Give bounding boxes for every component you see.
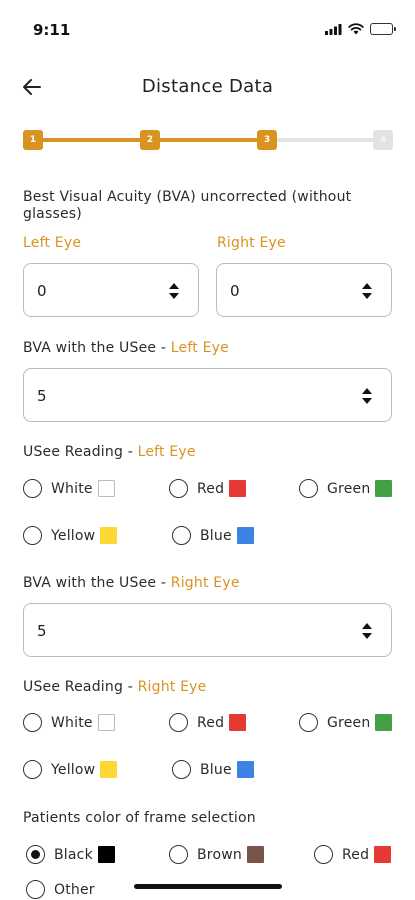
option-label: Red	[197, 714, 225, 731]
option-label: Yellow	[51, 761, 96, 778]
radio-button[interactable]	[299, 479, 318, 498]
uncorrected-right-eye-select[interactable]: 0	[216, 263, 392, 317]
reading-left-option-blue[interactable]: Blue	[172, 526, 254, 545]
reading-left-option-yellow[interactable]: Yellow	[23, 526, 118, 545]
status-bar: 9:11	[0, 0, 415, 60]
blue-swatch	[236, 761, 254, 778]
radio-button[interactable]	[169, 845, 188, 864]
reading-right-option-green[interactable]: Green	[299, 713, 393, 732]
reading-right-label-text: USee Reading -	[23, 679, 138, 695]
radio-button[interactable]	[23, 760, 42, 779]
yellow-swatch	[100, 761, 118, 778]
bva-right-label-text: BVA with the USee -	[23, 575, 171, 591]
status-time: 9:11	[33, 21, 71, 39]
green-swatch	[375, 714, 393, 731]
option-label: Brown	[197, 846, 242, 863]
reading-left-label: USee Reading - Left Eye	[23, 444, 196, 461]
radio-button[interactable]	[23, 526, 42, 545]
red-swatch	[374, 846, 392, 863]
home-indicator	[134, 884, 282, 889]
updown-chevron-icon	[362, 388, 372, 404]
reading-right-option-white[interactable]: White	[23, 713, 115, 732]
bva-left-label-text: BVA with the USee -	[23, 340, 171, 356]
updown-chevron-icon	[362, 283, 372, 299]
option-label: Green	[327, 480, 371, 497]
header: Distance Data	[0, 66, 415, 108]
green-swatch	[375, 480, 393, 497]
progress-stepper: 1 2 3 4	[23, 129, 393, 151]
step-4: 4	[373, 130, 393, 150]
bva-right-eye-select[interactable]: 5	[23, 603, 392, 657]
signal-icon	[325, 23, 342, 35]
frame-option-brown[interactable]: Brown	[169, 845, 264, 864]
reading-left-eye-text: Left Eye	[137, 444, 196, 460]
red-swatch	[229, 480, 247, 497]
wifi-icon	[348, 23, 364, 35]
option-label: Yellow	[51, 527, 96, 544]
status-icons	[325, 23, 396, 35]
select-value: 0	[230, 282, 240, 300]
option-label: Red	[342, 846, 370, 863]
option-label: White	[51, 480, 93, 497]
brown-swatch	[246, 846, 264, 863]
select-value: 5	[37, 622, 47, 640]
radio-button-selected[interactable]	[26, 845, 45, 864]
reading-right-label: USee Reading - Right Eye	[23, 679, 206, 696]
bva-left-eye-text: Left Eye	[170, 340, 229, 356]
option-label: Blue	[200, 527, 232, 544]
radio-button[interactable]	[23, 479, 42, 498]
bva-right-label: BVA with the USee - Right Eye	[23, 575, 240, 592]
radio-button[interactable]	[169, 713, 188, 732]
radio-button[interactable]	[172, 760, 191, 779]
reading-left-option-green[interactable]: Green	[299, 479, 393, 498]
reading-left-label-text: USee Reading -	[23, 444, 138, 460]
option-label: Red	[197, 480, 225, 497]
option-label: Other	[54, 881, 95, 898]
option-label: Blue	[200, 761, 232, 778]
frame-option-black[interactable]: Black	[26, 845, 115, 864]
uncorrected-bva-label: Best Visual Acuity (BVA) uncorrected (wi…	[23, 189, 352, 222]
blue-swatch	[236, 527, 254, 544]
reading-left-option-white[interactable]: White	[23, 479, 115, 498]
frame-option-red[interactable]: Red	[314, 845, 392, 864]
reading-right-option-yellow[interactable]: Yellow	[23, 760, 118, 779]
white-swatch	[97, 480, 115, 497]
option-label: Green	[327, 714, 371, 731]
bva-left-eye-select[interactable]: 5	[23, 368, 392, 422]
option-label: Black	[54, 846, 93, 863]
right-eye-label: Right Eye	[217, 235, 286, 251]
left-eye-label: Left Eye	[23, 235, 82, 251]
radio-button[interactable]	[169, 479, 188, 498]
radio-button[interactable]	[23, 713, 42, 732]
frame-option-other[interactable]: Other	[26, 880, 95, 899]
white-swatch	[97, 714, 115, 731]
reading-right-option-blue[interactable]: Blue	[172, 760, 254, 779]
reading-right-option-red[interactable]: Red	[169, 713, 247, 732]
radio-button[interactable]	[172, 526, 191, 545]
radio-button[interactable]	[299, 713, 318, 732]
red-swatch	[229, 714, 247, 731]
select-value: 5	[37, 387, 47, 405]
uncorrected-left-eye-select[interactable]: 0	[23, 263, 199, 317]
black-swatch	[97, 846, 115, 863]
step-1: 1	[23, 130, 43, 150]
bva-left-label: BVA with the USee - Left Eye	[23, 340, 229, 357]
updown-chevron-icon	[362, 623, 372, 639]
option-label: White	[51, 714, 93, 731]
reading-right-eye-text: Right Eye	[137, 679, 207, 695]
step-2: 2	[140, 130, 160, 150]
yellow-swatch	[100, 527, 118, 544]
reading-left-option-red[interactable]: Red	[169, 479, 247, 498]
bva-right-eye-text: Right Eye	[170, 575, 240, 591]
page-title: Distance Data	[141, 76, 274, 97]
radio-button[interactable]	[26, 880, 45, 899]
step-3: 3	[257, 130, 277, 150]
radio-button[interactable]	[314, 845, 333, 864]
battery-icon	[370, 23, 396, 35]
updown-chevron-icon	[169, 283, 179, 299]
select-value: 0	[37, 282, 47, 300]
frame-color-label: Patients color of frame selection	[23, 810, 256, 826]
